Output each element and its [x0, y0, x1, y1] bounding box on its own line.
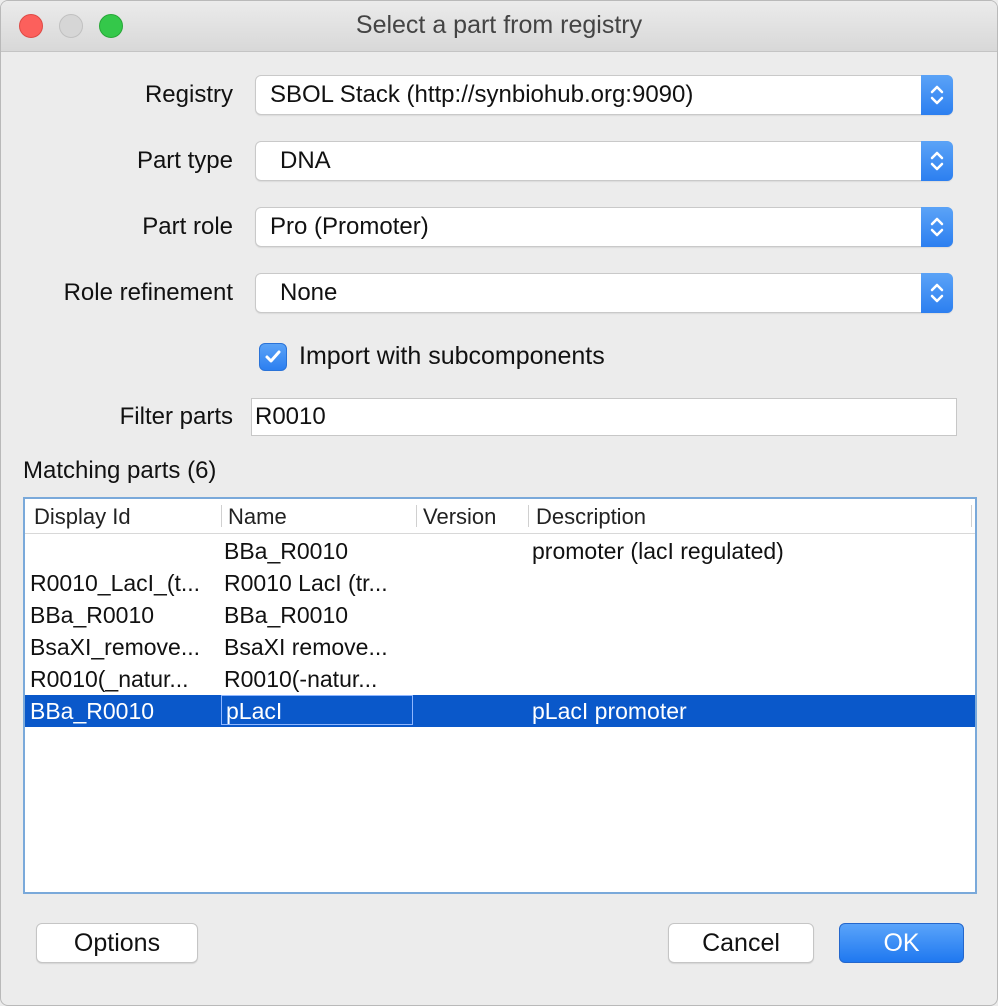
cell-name: BBa_R0010: [224, 538, 349, 564]
role-refinement-label: Role refinement: [63, 279, 233, 306]
cell-name: R0010(-natur...: [224, 666, 378, 692]
column-header-display-id[interactable]: Display Id: [34, 504, 131, 530]
part-role-label: Part role: [142, 213, 233, 240]
parts-table[interactable]: Display Id Name Version Description BBa_…: [23, 497, 977, 894]
part-type-select[interactable]: DNA: [255, 141, 953, 181]
up-down-arrows-icon: [930, 217, 944, 237]
column-divider: [971, 505, 972, 527]
cell-display-id: R0010(_natur...: [30, 666, 189, 692]
filter-parts-field[interactable]: [251, 398, 957, 436]
filter-parts-input[interactable]: [255, 403, 945, 431]
role-refinement-select[interactable]: None: [255, 273, 953, 313]
registry-value: SBOL Stack (http://synbiohub.org:9090): [270, 81, 694, 108]
role-refinement-value: None: [280, 279, 338, 306]
part-type-stepper[interactable]: [921, 141, 953, 181]
role-refinement-stepper[interactable]: [921, 273, 953, 313]
column-header-name[interactable]: Name: [228, 504, 287, 530]
part-role-value: Pro (Promoter): [270, 213, 429, 240]
cell-display-id: BsaXI_remove...: [30, 634, 201, 660]
registry-stepper[interactable]: [921, 75, 953, 115]
cell-display-id: BBa_R0010: [30, 602, 155, 628]
part-type-value: DNA: [280, 147, 331, 174]
table-row[interactable]: R0010(_natur... R0010(-natur...: [25, 663, 975, 695]
part-role-select[interactable]: Pro (Promoter): [255, 207, 953, 247]
column-divider[interactable]: [528, 505, 529, 527]
registry-label: Registry: [144, 81, 233, 108]
cell-name: BsaXI remove...: [224, 634, 388, 660]
cell-description: promoter (lacI regulated): [532, 538, 784, 564]
cell-name: pLacI: [226, 698, 283, 724]
dialog-window: Select a part from registry Registry SBO…: [0, 0, 998, 1006]
table-row[interactable]: BsaXI_remove... BsaXI remove...: [25, 631, 975, 663]
registry-select[interactable]: SBOL Stack (http://synbiohub.org:9090): [255, 75, 953, 115]
title-bar: Select a part from registry: [1, 1, 997, 52]
part-type-label: Part type: [136, 147, 233, 174]
filter-parts-label: Filter parts: [119, 403, 233, 430]
matching-parts-label: Matching parts (6): [23, 457, 217, 484]
table-row[interactable]: R0010_LacI_(t... R0010 LacI (tr...: [25, 567, 975, 599]
table-row[interactable]: BBa_R0010 BBa_R0010: [25, 599, 975, 631]
window-title: Select a part from registry: [355, 11, 643, 39]
cell-display-id: BBa_R0010: [30, 698, 155, 724]
column-divider[interactable]: [221, 505, 222, 527]
cell-display-id: R0010_LacI_(t...: [30, 570, 201, 596]
cell-description: pLacI promoter: [532, 698, 687, 724]
table-row[interactable]: BBa_R0010 promoter (lacI regulated): [25, 535, 975, 567]
cell-name: BBa_R0010: [224, 602, 349, 628]
import-subcomponents-checkbox[interactable]: [259, 343, 287, 371]
up-down-arrows-icon: [930, 85, 944, 105]
ok-button[interactable]: OK: [839, 923, 964, 963]
cancel-button[interactable]: Cancel: [668, 923, 814, 963]
up-down-arrows-icon: [930, 151, 944, 171]
cell-name: R0010 LacI (tr...: [224, 570, 388, 596]
column-header-description[interactable]: Description: [536, 504, 646, 530]
column-header-version[interactable]: Version: [423, 504, 496, 530]
checkmark-icon: [265, 350, 281, 363]
up-down-arrows-icon: [930, 283, 944, 303]
column-divider[interactable]: [416, 505, 417, 527]
import-subcomponents-label[interactable]: Import with subcomponents: [299, 342, 605, 371]
table-row-selected[interactable]: BBa_R0010 pLacI pLacI promoter: [25, 695, 975, 727]
part-role-stepper[interactable]: [921, 207, 953, 247]
table-header: Display Id Name Version Description: [25, 499, 975, 534]
options-button[interactable]: Options: [36, 923, 198, 963]
